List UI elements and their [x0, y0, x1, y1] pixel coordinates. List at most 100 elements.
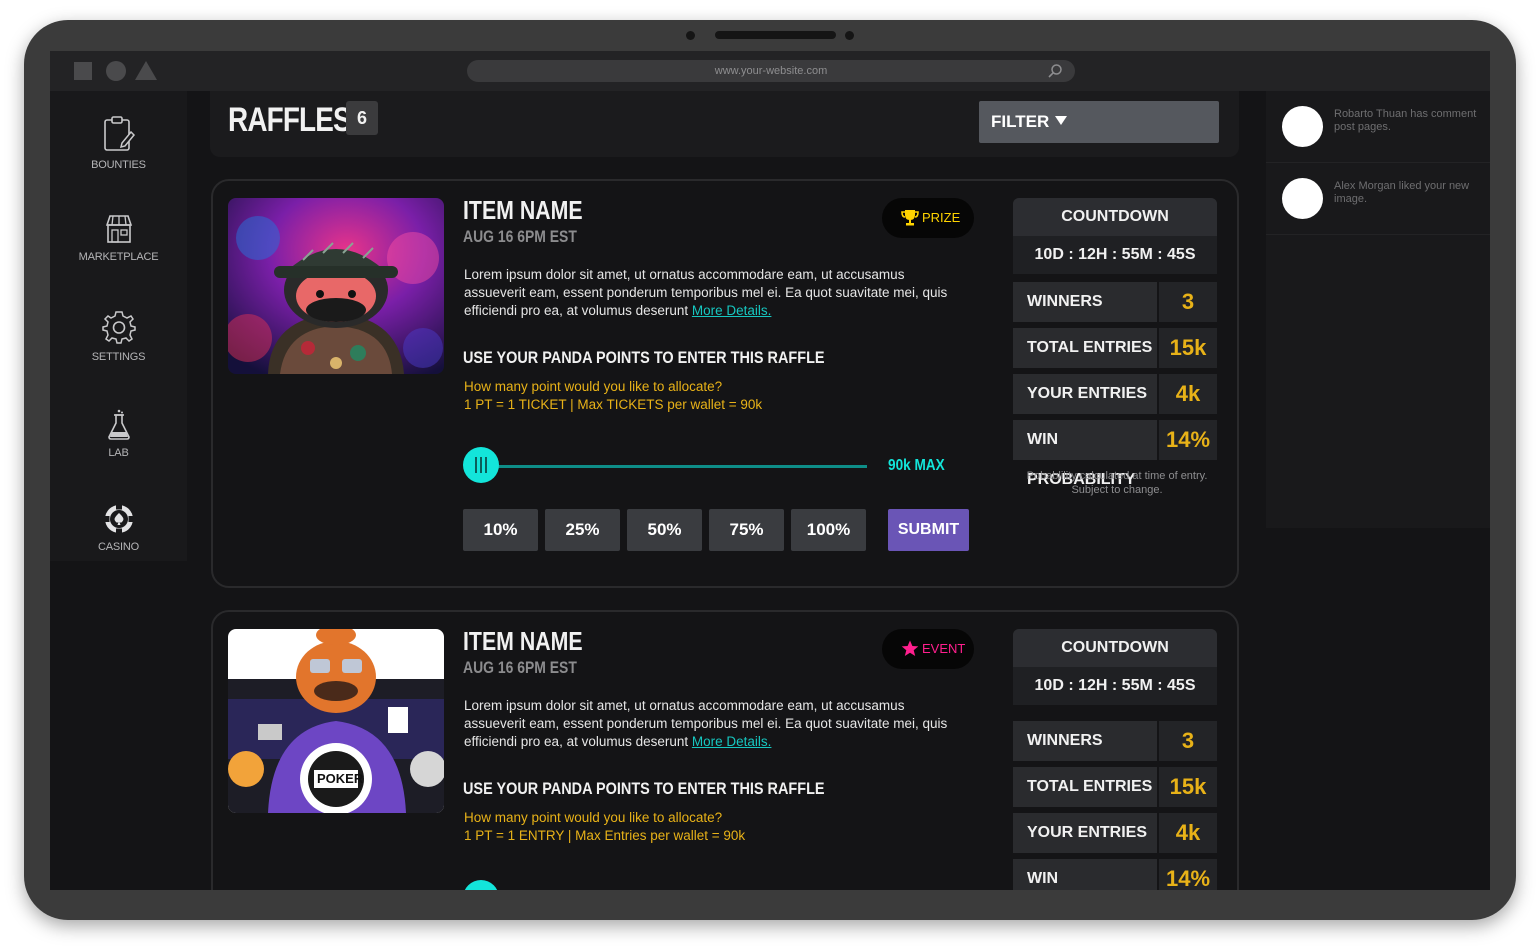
- raffle-card: POKER ITEM NAME AUG 16 6PM EST EVENT Lor…: [211, 610, 1239, 890]
- allocation-info: How many point would you like to allocat…: [464, 378, 762, 414]
- flask-icon: [107, 409, 130, 440]
- panda-bucket-hat-image: [228, 198, 444, 374]
- countdown-minutes: 55M: [1121, 246, 1153, 263]
- stat-value: 4k: [1159, 374, 1217, 414]
- stat-value: 15k: [1159, 767, 1217, 807]
- stat-value: 4k: [1159, 813, 1217, 853]
- sidebar-item-marketplace[interactable]: MARKETPLACE: [50, 213, 187, 263]
- countdown-days: 10D: [1034, 246, 1064, 263]
- prize-badge: PRIZE: [882, 198, 974, 238]
- raffle-item-image[interactable]: POKER: [228, 629, 444, 813]
- url-bar[interactable]: www.your-website.com: [467, 60, 1075, 82]
- submit-button[interactable]: SUBMIT: [888, 509, 969, 551]
- stat-value: 3: [1159, 282, 1217, 322]
- sidebar-item-label: MARKETPLACE: [78, 251, 159, 263]
- screen: www.your-website.com BOUNTIES MARKETPLAC…: [50, 51, 1490, 890]
- countdown-box: COUNTDOWN 10D : 12H : 55M : 45S: [1013, 629, 1217, 705]
- camera-dot: [845, 31, 854, 40]
- speaker-bar: [715, 31, 836, 39]
- poker-logo-text: POKER: [317, 771, 364, 786]
- grip-line: [480, 457, 482, 473]
- notification-item[interactable]: Robarto Thuan has comment post pages.: [1266, 91, 1490, 163]
- points-slider-track[interactable]: [483, 465, 867, 468]
- search-icon[interactable]: [1047, 63, 1063, 79]
- percent-button-10[interactable]: 10%: [463, 509, 538, 551]
- more-details-link[interactable]: More Details.: [692, 303, 772, 318]
- url-text: www.your-website.com: [714, 65, 828, 77]
- badge-label: EVENT: [922, 641, 966, 656]
- page-title: RAFFLES: [228, 101, 352, 139]
- square-shape-icon: [74, 62, 92, 80]
- countdown-seconds: 45S: [1167, 677, 1196, 694]
- stat-label: TOTAL ENTRIES: [1013, 767, 1157, 807]
- sidebar: BOUNTIES MARKETPLACE SETTINGS LAB CASINO: [50, 91, 187, 561]
- gear-icon: [101, 311, 136, 344]
- raffle-card: ITEM NAME AUG 16 6PM EST PRIZE Lorem ips…: [211, 179, 1239, 588]
- percent-button-50[interactable]: 50%: [627, 509, 702, 551]
- item-date: AUG 16 6PM EST: [463, 227, 577, 246]
- countdown-minutes: 55M: [1121, 677, 1153, 694]
- allocation-rule: 1 PT = 1 ENTRY | Max Entries per wallet …: [464, 828, 746, 843]
- sidebar-item-settings[interactable]: SETTINGS: [50, 309, 187, 363]
- caret-down-icon: [1055, 116, 1068, 125]
- sidebar-item-label: LAB: [108, 447, 129, 459]
- points-slider-handle[interactable]: [463, 447, 499, 483]
- stat-label: WIN PROBABILITY: [1013, 859, 1157, 890]
- stat-total-entries: TOTAL ENTRIES 15k: [1013, 767, 1217, 807]
- notification-item[interactable]: Alex Morgan liked your new image.: [1266, 163, 1490, 235]
- more-details-link[interactable]: More Details.: [692, 734, 772, 749]
- notifications-panel: Robarto Thuan has comment post pages. Al…: [1266, 91, 1490, 528]
- avatar: [1282, 178, 1323, 219]
- filter-dropdown[interactable]: FILTER: [979, 101, 1219, 143]
- sidebar-item-lab[interactable]: LAB: [50, 409, 187, 459]
- sidebar-item-bounties[interactable]: BOUNTIES: [50, 115, 187, 171]
- triangle-shape-icon: [135, 61, 157, 80]
- stat-value: 3: [1159, 721, 1217, 761]
- stat-label: YOUR ENTRIES: [1013, 813, 1157, 853]
- percent-button-25[interactable]: 25%: [545, 509, 620, 551]
- stat-value: 14%: [1159, 420, 1217, 460]
- countdown-value: 10D : 12H : 55M : 45S: [1013, 236, 1217, 274]
- probability-note: Pobablility calculated at time of entry.…: [1026, 470, 1208, 496]
- item-name: ITEM NAME: [463, 626, 583, 656]
- countdown-hours: 12H: [1078, 246, 1108, 263]
- raffle-item-image[interactable]: [228, 198, 444, 374]
- item-description: Lorem ipsum dolor sit amet, ut ornatus a…: [464, 266, 964, 320]
- countdown-label: COUNTDOWN: [1013, 629, 1217, 667]
- countdown-seconds: 45S: [1167, 246, 1196, 263]
- stat-label: WINNERS: [1013, 282, 1157, 322]
- countdown-days: 10D: [1034, 677, 1064, 694]
- stat-your-entries: YOUR ENTRIES 4k: [1013, 374, 1217, 414]
- sidebar-item-label: BOUNTIES: [91, 159, 146, 171]
- grip-line: [485, 457, 487, 473]
- points-slider-handle[interactable]: [463, 880, 499, 890]
- stat-label: YOUR ENTRIES: [1013, 374, 1157, 414]
- circle-shape-icon: [106, 61, 126, 81]
- use-points-title: USE YOUR PANDA POINTS TO ENTER THIS RAFF…: [463, 779, 825, 798]
- slider-max-label: 90k MAX: [888, 457, 945, 474]
- badge-label: PRIZE: [922, 210, 961, 225]
- notification-text: Alex Morgan liked your new image.: [1334, 180, 1470, 205]
- stat-winners: WINNERS 3: [1013, 282, 1217, 322]
- item-date: AUG 16 6PM EST: [463, 658, 577, 677]
- trophy-icon: [901, 210, 919, 226]
- allocation-question: How many point would you like to allocat…: [464, 810, 723, 825]
- sidebar-item-casino[interactable]: CASINO: [50, 503, 187, 553]
- percent-button-100[interactable]: 100%: [791, 509, 866, 551]
- avatar: [1282, 106, 1323, 147]
- stat-win-probability: WIN PROBABILITY14%: [1013, 420, 1217, 488]
- stat-win-probability: WIN PROBABILITY14%: [1013, 859, 1217, 890]
- percent-button-75[interactable]: 75%: [709, 509, 784, 551]
- stat-value: 15k: [1159, 328, 1217, 368]
- countdown-value: 10D : 12H : 55M : 45S: [1013, 667, 1217, 705]
- countdown-label: COUNTDOWN: [1013, 198, 1217, 236]
- raffles-header: RAFFLES 6 FILTER: [210, 91, 1239, 157]
- browser-bar: www.your-website.com: [50, 51, 1490, 91]
- stat-label: WINNERS: [1013, 721, 1157, 761]
- stat-label: WIN PROBABILITY: [1013, 420, 1157, 488]
- filter-label: FILTER: [991, 112, 1050, 131]
- sidebar-item-label: SETTINGS: [91, 351, 146, 363]
- star-icon: [901, 640, 919, 656]
- grip-line: [475, 457, 477, 473]
- stat-label: TOTAL ENTRIES: [1013, 328, 1157, 368]
